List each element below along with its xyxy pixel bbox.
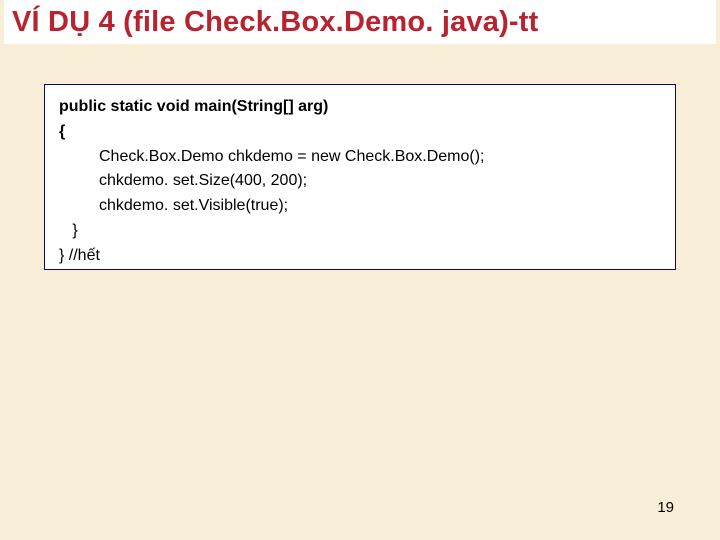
code-line: public static void main(String[] arg) (59, 95, 661, 120)
code-line: chkdemo. set.Size(400, 200); (59, 169, 661, 194)
code-line: } //hết (59, 244, 661, 269)
slide-title: VÍ DỤ 4 (file Check.Box.Demo. java)-tt (12, 6, 539, 39)
code-line: { (59, 120, 661, 145)
page-number: 19 (657, 499, 674, 516)
code-line: Check.Box.Demo chkdemo = new Check.Box.D… (59, 145, 661, 170)
code-block: public static void main(String[] arg) { … (44, 84, 676, 270)
code-line: } (59, 219, 661, 244)
code-line: chkdemo. set.Visible(true); (59, 194, 661, 219)
title-bar: VÍ DỤ 4 (file Check.Box.Demo. java)-tt (4, 0, 716, 44)
